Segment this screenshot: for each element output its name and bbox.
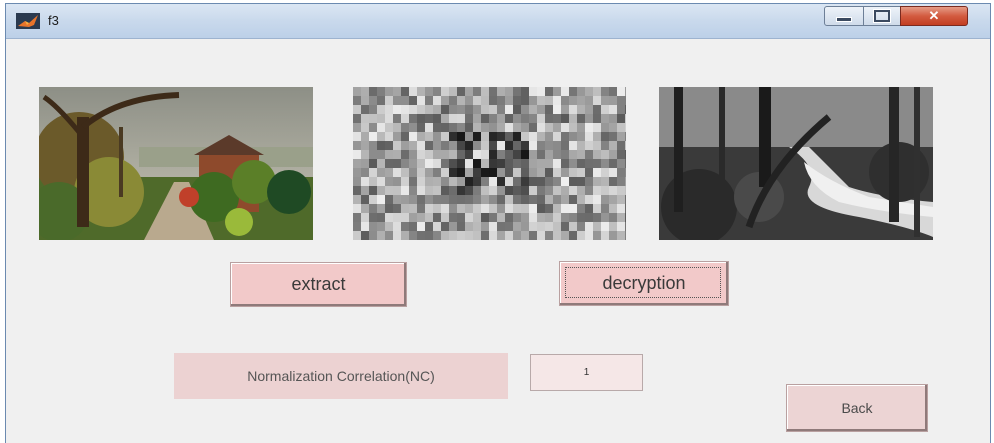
minimize-button[interactable] (824, 6, 864, 26)
figure-window: f3 ✕ extract decryption Normalization Co… (5, 3, 991, 443)
extract-button-label: extract (291, 274, 346, 294)
maximize-button[interactable] (863, 6, 901, 26)
decryption-button[interactable]: decryption (559, 261, 729, 306)
back-button[interactable]: Back (786, 384, 928, 432)
back-button-label: Back (841, 400, 873, 416)
nc-value: 1 (583, 367, 590, 378)
original-color-image (39, 87, 313, 240)
nc-value-field[interactable]: 1 (530, 354, 643, 391)
extract-button[interactable]: extract (230, 262, 407, 307)
matlab-icon (16, 13, 40, 29)
encrypted-image (353, 87, 626, 240)
figure-client-area: extract decryption Normalization Correla… (9, 39, 987, 443)
title-bar[interactable]: f3 ✕ (6, 4, 990, 39)
close-button[interactable]: ✕ (900, 6, 968, 26)
decrypted-grayscale-image (659, 87, 933, 240)
nc-label-text: Normalization Correlation(NC) (247, 368, 435, 384)
maximize-icon (874, 10, 890, 22)
minimize-icon (836, 17, 852, 22)
focus-rectangle (565, 267, 721, 298)
close-icon: ✕ (928, 8, 940, 23)
window-title: f3 (48, 13, 59, 28)
nc-label: Normalization Correlation(NC) (174, 353, 508, 399)
